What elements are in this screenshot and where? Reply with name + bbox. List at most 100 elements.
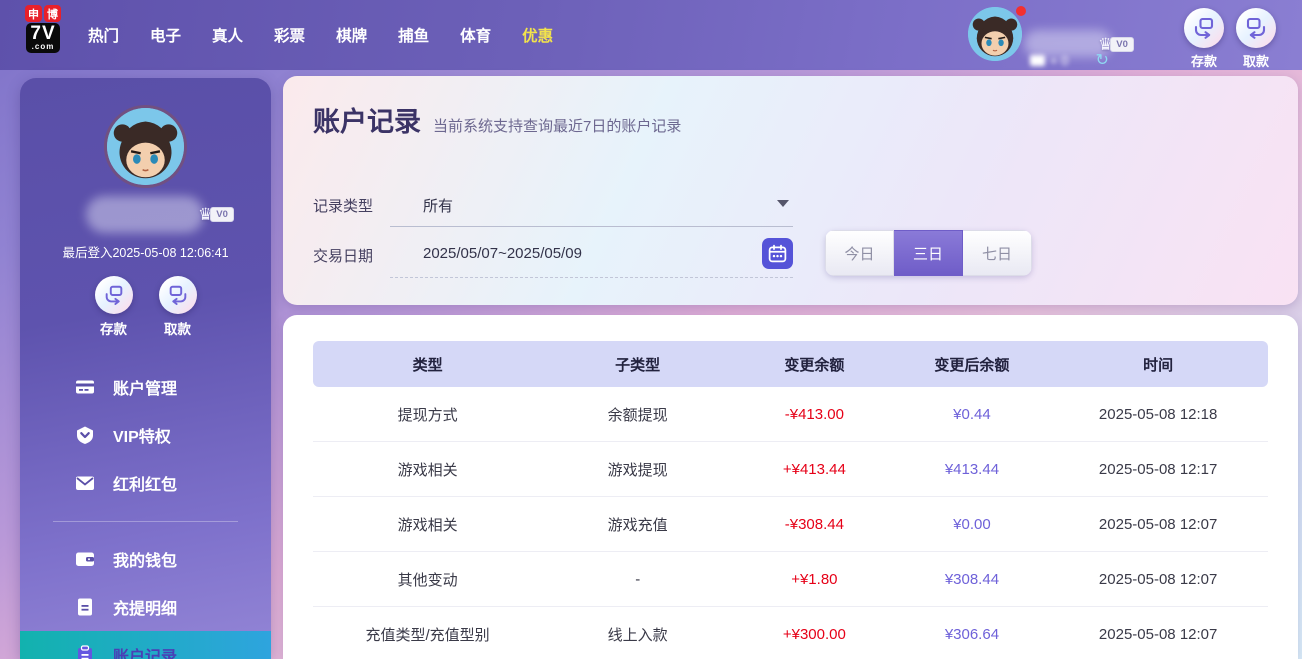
sidebar-item-label: 我的钱包	[113, 547, 177, 571]
logo-badge-shen: 申	[25, 5, 42, 22]
sidebar-menu-top: 账户管理 VIP特权红利红包	[20, 363, 271, 507]
clipboard-icon	[75, 645, 95, 659]
sidebar-item-label: 账户管理	[113, 375, 177, 399]
document-icon	[75, 597, 95, 617]
sidebar-item-账户记录[interactable]: 账户记录	[20, 631, 271, 659]
sidebar-username-censored	[86, 196, 204, 233]
nav-item-真人[interactable]: 真人	[210, 20, 245, 50]
last-login-text: 最后登入2025-05-08 12:06:41	[20, 242, 271, 261]
sidebar-deposit-button[interactable]: 存款	[95, 276, 133, 338]
table-cell: +¥1.80	[733, 571, 895, 588]
table-cell: 提现方式	[313, 404, 542, 425]
nav-item-优惠[interactable]: 优惠	[520, 20, 555, 50]
sidebar-item-充提明细[interactable]: 充提明细	[20, 583, 271, 631]
table-cell: +¥413.44	[733, 461, 895, 478]
table-row: 提现方式余额提现-¥413.00¥0.442025-05-08 12:18	[313, 387, 1268, 442]
records-table-card: 类型子类型变更余额变更后余额时间 提现方式余额提现-¥413.00¥0.4420…	[283, 315, 1298, 659]
vip-badge: V0	[210, 207, 234, 222]
avatar-illustration	[107, 108, 184, 185]
logo-box: 7V .com	[26, 23, 59, 53]
balance-row: + 0 ↻	[1030, 50, 1109, 70]
range-button-七日[interactable]: 七日	[963, 230, 1032, 276]
sidebar-user-avatar[interactable]	[107, 108, 184, 185]
table-cell: 充值类型/充值型别	[313, 624, 542, 645]
wallet-icon	[75, 549, 95, 569]
envelope-icon	[75, 473, 95, 493]
table-cell: ¥0.44	[896, 406, 1049, 423]
deposit-icon	[95, 276, 133, 314]
sidebar-divider	[53, 521, 238, 522]
wallet-icon	[1030, 55, 1045, 66]
user-avatar[interactable]	[968, 7, 1022, 61]
date-underline	[390, 277, 793, 278]
range-button-今日[interactable]: 今日	[825, 230, 894, 276]
sidebar-item-VIP特权[interactable]: VIP特权	[20, 411, 271, 459]
sidebar: ♛ V0 最后登入2025-05-08 12:06:41 存款	[20, 78, 271, 659]
nav-item-电子[interactable]: 电子	[148, 20, 183, 50]
calendar-icon[interactable]	[762, 238, 793, 269]
sidebar-withdraw-button[interactable]: 取款	[159, 276, 197, 338]
table-cell: +¥300.00	[733, 626, 895, 643]
top-navbar: 申 博 7V .com 热门电子真人彩票棋牌捕鱼体育优惠 ♛ V0	[0, 0, 1302, 70]
notification-dot	[1016, 6, 1026, 16]
nav-item-捕鱼[interactable]: 捕鱼	[396, 20, 431, 50]
avatar-illustration	[968, 7, 1022, 61]
sidebar-actions: 存款 取款	[20, 276, 271, 338]
chevron-down-icon[interactable]	[777, 200, 789, 207]
table-cell: 2025-05-08 12:17	[1048, 461, 1268, 478]
balance-value: + 0	[1050, 53, 1068, 68]
record-type-select[interactable]: 所有	[423, 195, 453, 216]
table-cell: 2025-05-08 12:07	[1048, 516, 1268, 533]
table-body: 提现方式余额提现-¥413.00¥0.442025-05-08 12:18 游戏相…	[313, 387, 1268, 659]
nav-item-热门[interactable]: 热门	[86, 20, 121, 50]
sidebar-item-label: 红利红包	[113, 471, 177, 495]
sidebar-item-红利红包[interactable]: 红利红包	[20, 459, 271, 507]
sidebar-item-我的钱包[interactable]: 我的钱包	[20, 535, 271, 583]
table-cell: 游戏提现	[542, 459, 733, 480]
refresh-balance-icon[interactable]: ↻	[1095, 50, 1108, 70]
sidebar-item-label: 充提明细	[113, 595, 177, 619]
table-cell: ¥306.64	[896, 626, 1049, 643]
nav-item-彩票[interactable]: 彩票	[272, 20, 307, 50]
withdraw-icon	[159, 276, 197, 314]
site-logo[interactable]: 申 博 7V .com	[18, 5, 68, 53]
table-row: 游戏相关游戏充值-¥308.44¥0.002025-05-08 12:07	[313, 497, 1268, 552]
table-cell: -¥413.00	[733, 406, 895, 423]
main-nav-menu: 热门电子真人彩票棋牌捕鱼体育优惠	[86, 0, 555, 70]
column-header-变更余额: 变更余额	[733, 354, 895, 375]
withdraw-button[interactable]: 取款	[1236, 8, 1276, 70]
table-cell: 游戏充值	[542, 514, 733, 535]
range-button-三日[interactable]: 三日	[894, 230, 963, 276]
table-cell: -¥308.44	[733, 516, 895, 533]
table-header: 类型子类型变更余额变更后余额时间	[313, 341, 1268, 387]
vip-badge: V0	[1110, 37, 1134, 52]
deposit-icon	[1184, 8, 1224, 48]
table-cell: 2025-05-08 12:07	[1048, 626, 1268, 643]
card-icon	[75, 377, 95, 397]
page-title: 账户记录	[313, 100, 421, 139]
balance-censored: + 0	[1030, 53, 1068, 68]
page-subtitle: 当前系统支持查询最近7日的账户记录	[433, 115, 681, 136]
column-header-类型: 类型	[313, 354, 542, 375]
deposit-button[interactable]: 存款	[1184, 8, 1224, 70]
date-range-input[interactable]: 2025/05/07~2025/05/09	[423, 245, 582, 262]
table-cell: 游戏相关	[313, 459, 542, 480]
table-cell: 游戏相关	[313, 514, 542, 535]
withdraw-label: 取款	[1243, 51, 1269, 70]
sidebar-item-label: 账户记录	[113, 643, 177, 659]
date-range-buttons: 今日三日七日	[825, 230, 1032, 276]
table-row: 充值类型/充值型别线上入款+¥300.00¥306.642025-05-08 1…	[313, 607, 1268, 659]
table-row: 其他变动-+¥1.80¥308.442025-05-08 12:07	[313, 552, 1268, 607]
deposit-label: 存款	[1191, 51, 1217, 70]
nav-item-棋牌[interactable]: 棋牌	[334, 20, 369, 50]
filter-panel: 账户记录 当前系统支持查询最近7日的账户记录 记录类型 所有 交易日期 2025…	[283, 76, 1298, 305]
table-cell: ¥308.44	[896, 571, 1049, 588]
nav-item-体育[interactable]: 体育	[458, 20, 493, 50]
withdraw-icon	[1236, 8, 1276, 48]
sidebar-item-label: VIP特权	[113, 423, 171, 447]
column-header-变更后余额: 变更后余额	[896, 354, 1049, 375]
sidebar-item-账户管理[interactable]: 账户管理	[20, 363, 271, 411]
page-title-row: 账户记录 当前系统支持查询最近7日的账户记录	[313, 100, 681, 139]
table-cell: 2025-05-08 12:18	[1048, 406, 1268, 423]
table-cell: 线上入款	[542, 624, 733, 645]
